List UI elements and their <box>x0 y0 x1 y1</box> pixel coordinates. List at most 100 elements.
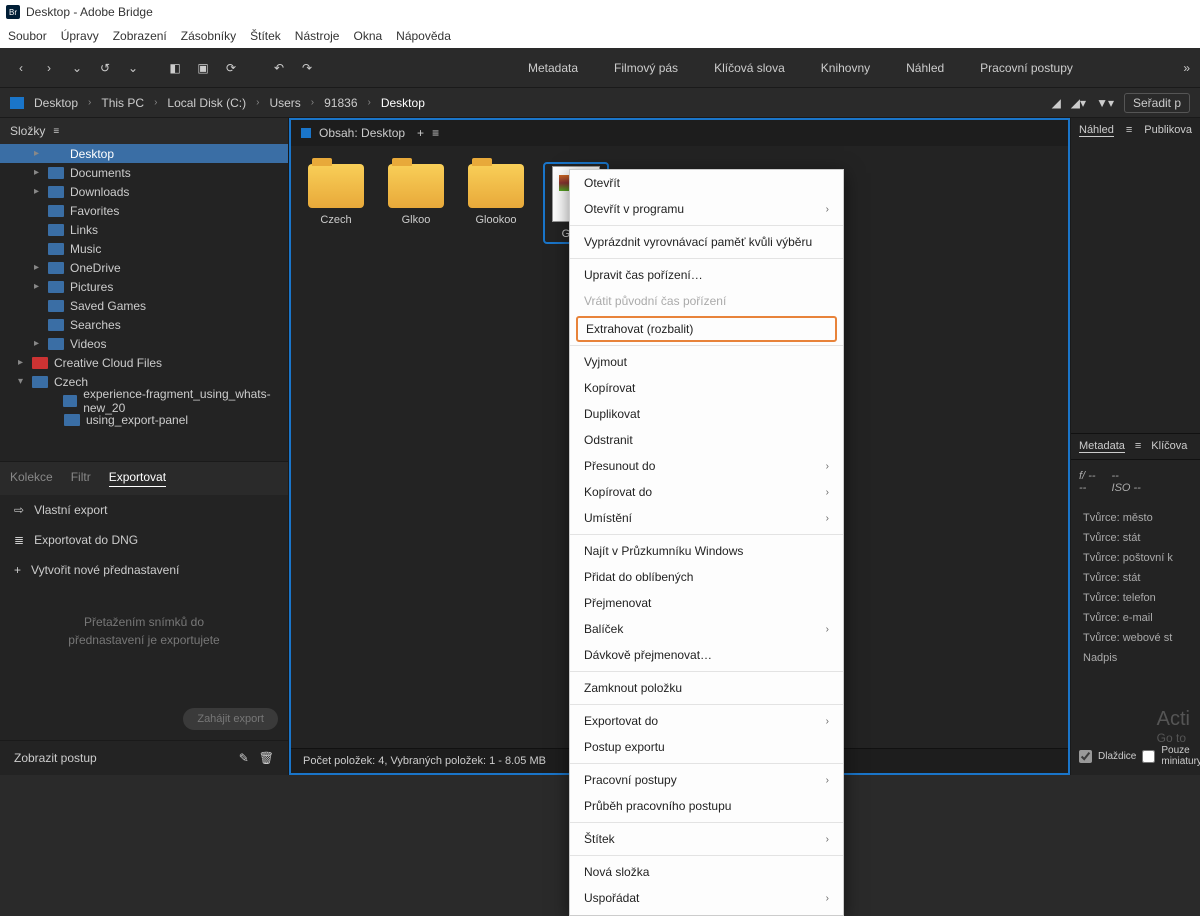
context-menu-item[interactable]: Postup exportu <box>570 734 843 760</box>
context-menu-item[interactable]: Nová složka <box>570 859 843 885</box>
refresh-icon[interactable]: ⟳ <box>220 57 242 79</box>
menu-okna[interactable]: Okna <box>353 29 382 43</box>
tree-item[interactable]: Saved Games <box>0 296 288 315</box>
recent-drop-icon[interactable]: ⌄ <box>122 57 144 79</box>
tree-item[interactable]: ▸Desktop <box>0 144 288 163</box>
context-menu-item[interactable]: Průběh pracovního postupu <box>570 793 843 819</box>
tiles-checkbox[interactable] <box>1079 750 1092 763</box>
context-menu-item[interactable]: Přesunout do› <box>570 453 843 479</box>
star-filter-icon[interactable]: ◢▾ <box>1071 96 1086 110</box>
nav-up-dropdown[interactable]: ⌄ <box>66 57 88 79</box>
context-menu-item[interactable]: Najít v Průzkumníku Windows <box>570 538 843 564</box>
bc-thispc[interactable]: This PC <box>101 96 144 110</box>
context-menu-item[interactable]: Vyjmout <box>570 349 843 375</box>
tree-item[interactable]: ▸Creative Cloud Files <box>0 353 288 372</box>
tree-item[interactable]: Links <box>0 220 288 239</box>
tree-item[interactable]: Favorites <box>0 201 288 220</box>
context-menu-item[interactable]: Balíček› <box>570 616 843 642</box>
context-menu-item[interactable]: Štítek› <box>570 826 843 852</box>
workspace-workflows[interactable]: Pracovní postupy <box>980 61 1073 75</box>
context-menu-item[interactable]: Pracovní postupy› <box>570 767 843 793</box>
export-own[interactable]: ⇨Vlastní export <box>0 495 288 525</box>
tree-item[interactable]: Music <box>0 239 288 258</box>
workspace-preview[interactable]: Náhled <box>906 61 944 75</box>
context-menu-item[interactable]: Duplikovat <box>570 401 843 427</box>
tree-item[interactable]: ▸Downloads <box>0 182 288 201</box>
tree-item[interactable]: Searches <box>0 315 288 334</box>
tab-publikovat[interactable]: Publikova <box>1144 124 1192 137</box>
context-menu-item[interactable]: Otevřít <box>570 170 843 196</box>
output-icon[interactable]: ▣ <box>192 57 214 79</box>
list-icon: ≣ <box>14 533 24 547</box>
file-item[interactable]: Czech <box>305 164 367 226</box>
thumbs-checkbox[interactable] <box>1142 750 1155 763</box>
export-dng[interactable]: ≣Exportovat do DNG <box>0 525 288 555</box>
context-menu-item[interactable]: Dávkově přejmenovat… <box>570 642 843 668</box>
more-workspaces-icon[interactable]: » <box>1183 61 1190 75</box>
context-menu-item[interactable]: Otevřít v programu› <box>570 196 843 222</box>
folders-menu-icon[interactable]: ≡ <box>53 126 59 137</box>
workspace-keywords[interactable]: Klíčová slova <box>714 61 785 75</box>
thumb-size-icon[interactable]: ◢ <box>1052 96 1061 110</box>
context-menu-item[interactable]: Odstranit <box>570 427 843 453</box>
tree-item[interactable]: ▸OneDrive <box>0 258 288 277</box>
tree-item[interactable]: ▸Documents <box>0 163 288 182</box>
tab-exportovat[interactable]: Exportovat <box>109 470 166 487</box>
workspace-filmstrip[interactable]: Filmový pás <box>614 61 678 75</box>
show-progress-link[interactable]: Zobrazit postup <box>14 751 97 765</box>
rotate-cw-icon[interactable]: ↷ <box>296 57 318 79</box>
file-label: Czech <box>320 214 351 226</box>
meta-menu-icon[interactable]: ≡ <box>1135 440 1141 453</box>
tree-item[interactable]: experience-fragment_using_whats-new_20 <box>0 391 288 410</box>
bc-desktop[interactable]: Desktop <box>34 96 78 110</box>
run-export-button[interactable]: Zahájit export <box>183 708 278 730</box>
context-menu-item[interactable]: Exportovat do› <box>570 708 843 734</box>
folders-panel-header[interactable]: Složky ≡ <box>0 118 288 144</box>
context-menu-item[interactable]: Extrahovat (rozbalit) <box>576 316 837 342</box>
export-new-preset[interactable]: +Vytvořit nové přednastavení <box>0 555 288 585</box>
file-item[interactable]: Glookoo <box>465 164 527 226</box>
context-menu-item[interactable]: Přidat do oblíbených <box>570 564 843 590</box>
menu-stitek[interactable]: Štítek <box>250 29 281 43</box>
bc-userid[interactable]: 91836 <box>324 96 357 110</box>
menu-nastroje[interactable]: Nástroje <box>295 29 340 43</box>
context-menu-item[interactable]: Kopírovat do› <box>570 479 843 505</box>
context-menu-item[interactable]: Upravit čas pořízení… <box>570 262 843 288</box>
funnel-filter-icon[interactable]: ▼▾ <box>1096 96 1114 110</box>
edit-icon[interactable]: ✎ <box>239 751 249 765</box>
sort-button[interactable]: Seřadit p <box>1124 93 1190 113</box>
content-add-icon[interactable]: + <box>417 126 424 140</box>
content-menu-icon[interactable]: ≡ <box>432 126 439 140</box>
context-menu-item[interactable]: Umístění› <box>570 505 843 531</box>
context-menu-item[interactable]: Kopírovat <box>570 375 843 401</box>
workspace-libraries[interactable]: Knihovny <box>821 61 870 75</box>
menu-zasobniky[interactable]: Zásobníky <box>181 29 236 43</box>
rotate-ccw-icon[interactable]: ↶ <box>268 57 290 79</box>
context-menu-item[interactable]: Uspořádat› <box>570 885 843 911</box>
tab-nahled[interactable]: Náhled <box>1079 124 1114 137</box>
menu-soubor[interactable]: Soubor <box>8 29 47 43</box>
menu-napoveda[interactable]: Nápověda <box>396 29 451 43</box>
recent-icon[interactable]: ↺ <box>94 57 116 79</box>
context-menu-item[interactable]: Zamknout položku <box>570 675 843 701</box>
nahled-menu-icon[interactable]: ≡ <box>1126 124 1132 137</box>
tab-kolekce[interactable]: Kolekce <box>10 470 53 487</box>
bc-current[interactable]: Desktop <box>381 96 425 110</box>
menu-upravy[interactable]: Úpravy <box>61 29 99 43</box>
tab-filtr[interactable]: Filtr <box>71 470 91 487</box>
nav-forward-button[interactable]: › <box>38 57 60 79</box>
tree-item[interactable]: ▸Pictures <box>0 277 288 296</box>
tab-klicova[interactable]: Klíčova <box>1151 440 1187 453</box>
trash-icon[interactable]: 🗑 <box>259 751 274 765</box>
context-menu-item[interactable]: Přejmenovat <box>570 590 843 616</box>
nav-back-button[interactable]: ‹ <box>10 57 32 79</box>
bc-localdisk[interactable]: Local Disk (C:) <box>167 96 246 110</box>
bc-users[interactable]: Users <box>269 96 300 110</box>
context-menu-item[interactable]: Vyprázdnit vyrovnávací paměť kvůli výběr… <box>570 229 843 255</box>
camera-import-icon[interactable]: ◧ <box>164 57 186 79</box>
tab-metadata[interactable]: Metadata <box>1079 440 1125 453</box>
workspace-metadata[interactable]: Metadata <box>528 61 578 75</box>
menu-zobrazeni[interactable]: Zobrazení <box>113 29 167 43</box>
tree-item[interactable]: ▸Videos <box>0 334 288 353</box>
file-item[interactable]: Glkoo <box>385 164 447 226</box>
